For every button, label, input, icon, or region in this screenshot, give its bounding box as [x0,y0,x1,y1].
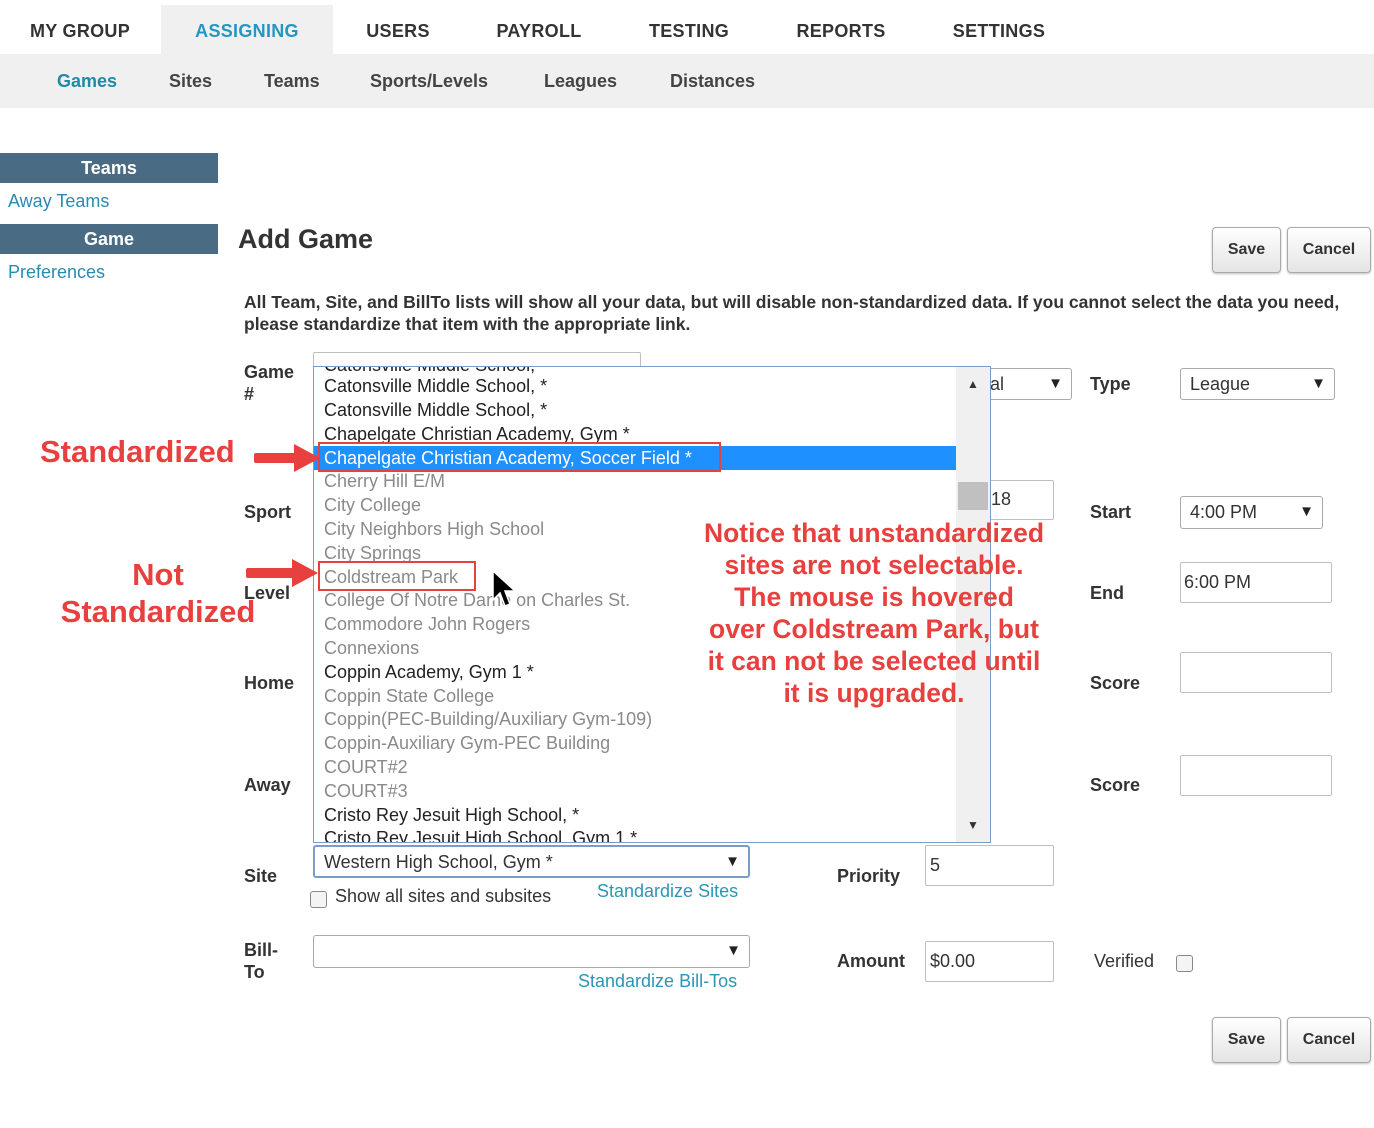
not-standardized-annotation-line2: Standardized [60,594,256,629]
callout-annotation: Notice that unstandardized sites are not… [690,517,1058,709]
callout-line: it can not be selected until [707,646,1041,676]
callout-line: it is upgraded. [783,678,965,708]
not-standardized-annotation-line1: Not [132,557,184,592]
callout-line: The mouse is hovered [734,582,1014,612]
callout-line: Notice that unstandardized [703,518,1045,548]
callout-line: sites are not selectable. [724,550,1024,580]
standardized-annotation: Standardized [40,434,235,469]
mouse-cursor-icon [492,570,517,607]
callout-line: over Coldstream Park, but [709,614,1039,644]
